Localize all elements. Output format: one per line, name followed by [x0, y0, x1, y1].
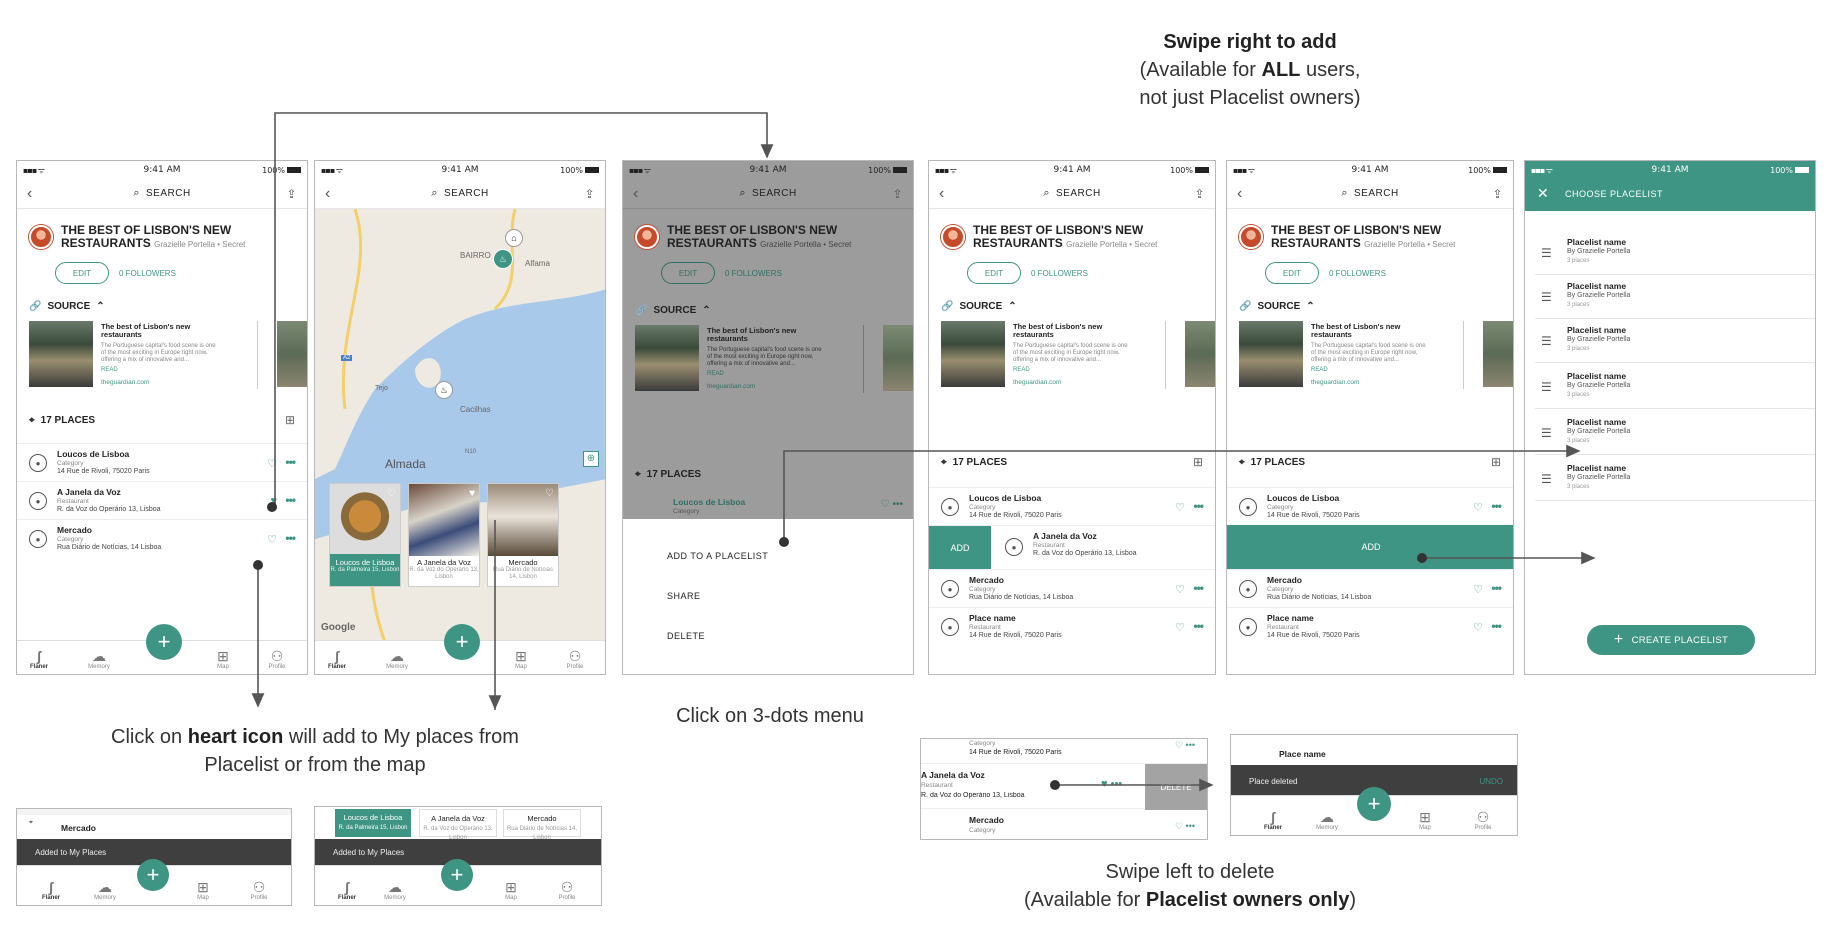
flow-arrows: [251, 112, 1596, 792]
